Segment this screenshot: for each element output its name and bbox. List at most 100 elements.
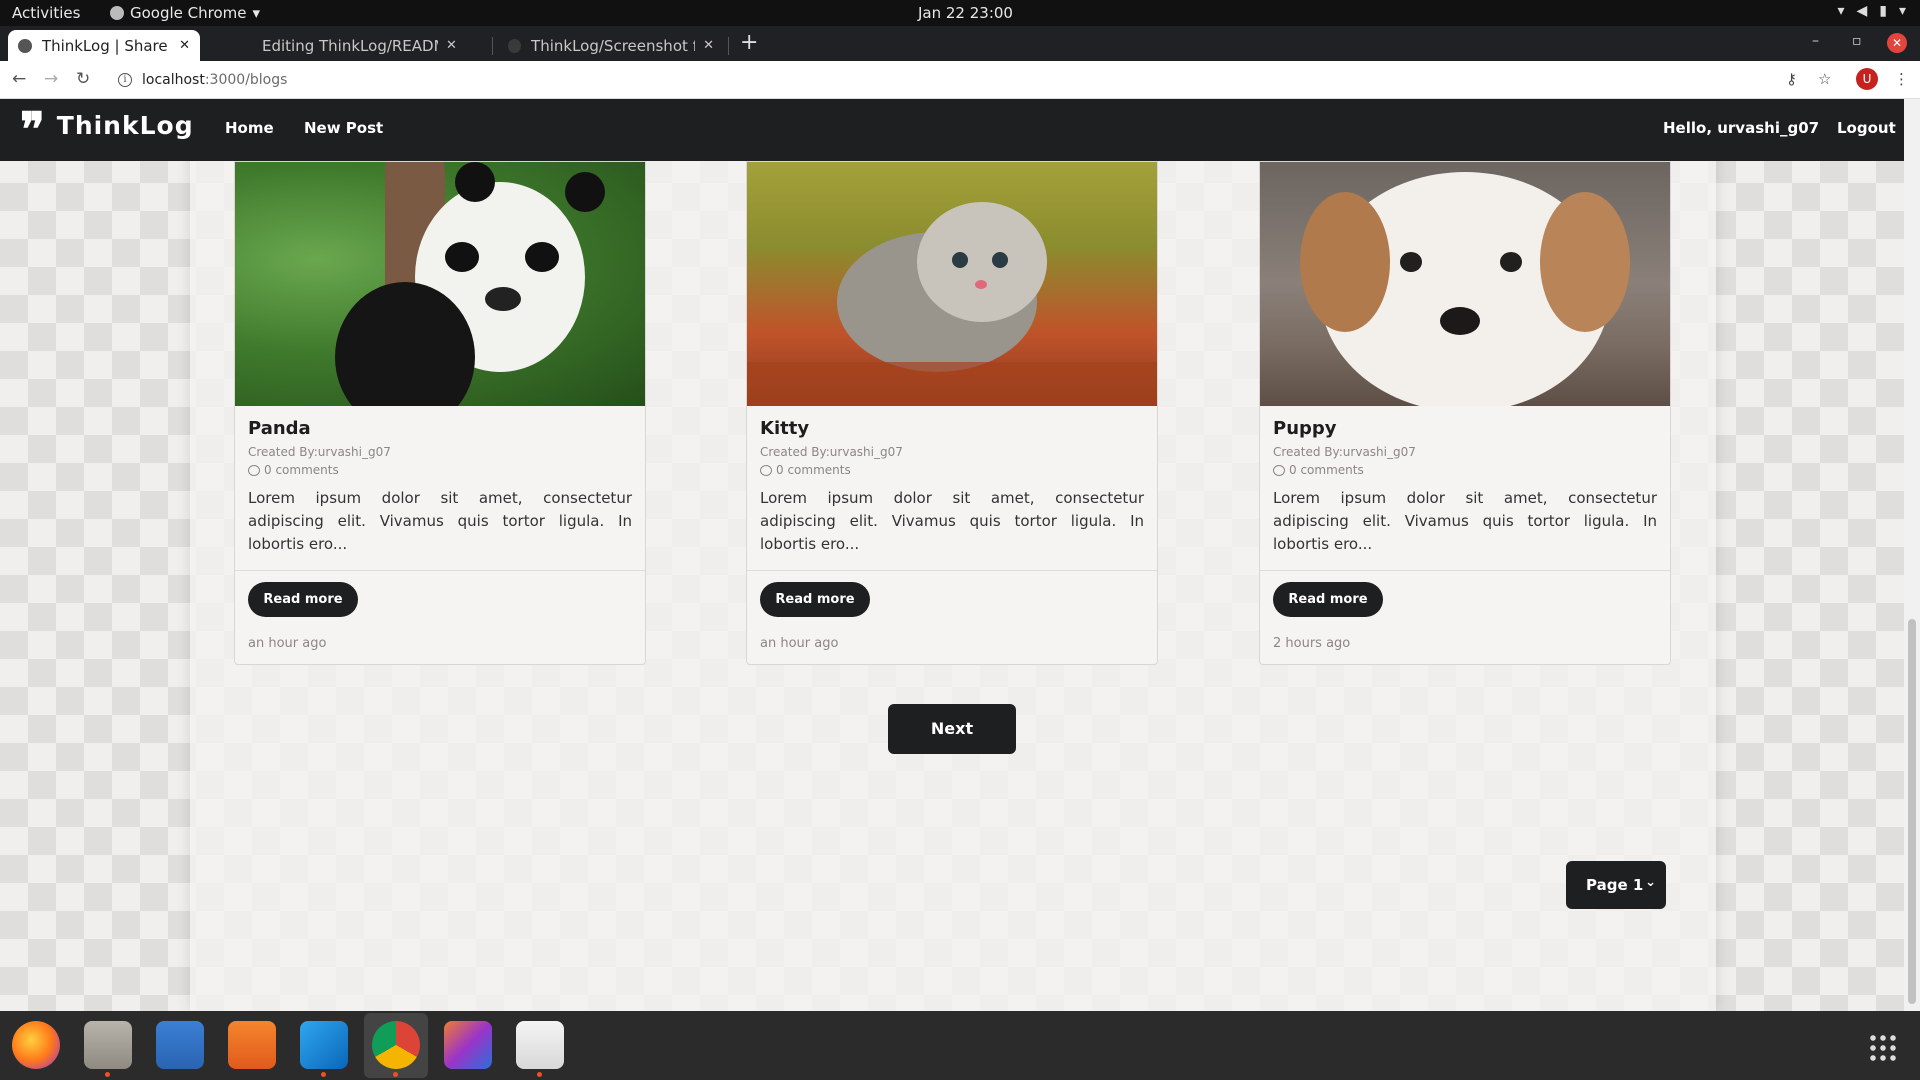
post-title: Panda <box>248 418 311 439</box>
close-tab-icon[interactable]: ✕ <box>179 38 190 53</box>
comment-count: 0 comments <box>760 463 1144 477</box>
volume-icon: ◀ <box>1856 3 1868 19</box>
caret-down-icon: ▾ <box>1898 3 1906 19</box>
brand-name: ThinkLog <box>56 111 194 140</box>
url-path: :3000/blogs <box>204 72 288 88</box>
system-clock[interactable]: Jan 22 23:00 <box>918 4 1013 22</box>
bookmark-star-icon[interactable]: ☆ <box>1818 70 1831 88</box>
profile-avatar[interactable]: U <box>1856 68 1878 90</box>
favicon-icon <box>18 38 32 53</box>
post-timestamp: 2 hours ago <box>1273 636 1351 651</box>
vscode-icon[interactable] <box>300 1021 348 1077</box>
card-divider <box>1260 570 1670 571</box>
post-title: Kitty <box>760 418 810 439</box>
restore-icon[interactable]: ▫ <box>1852 33 1862 49</box>
card-divider <box>747 570 1157 571</box>
tab-divider <box>492 37 493 55</box>
comment-count-label: 0 comments <box>1289 463 1364 477</box>
system-tray[interactable]: ▾ ◀ ▮ ▾ <box>1837 3 1906 19</box>
running-indicator <box>321 1072 326 1077</box>
quote-icon: ❞ <box>20 105 45 140</box>
comment-count-label: 0 comments <box>776 463 851 477</box>
kebab-menu-icon[interactable]: ⋮ <box>1894 70 1909 88</box>
close-tab-icon[interactable]: ✕ <box>703 38 714 53</box>
read-more-button[interactable]: Read more <box>760 582 870 617</box>
site-info-icon[interactable]: i <box>118 73 132 87</box>
post-author: Created By:urvashi_g07 <box>760 445 903 459</box>
page-select-dropdown[interactable]: Page 1 ⌄ <box>1566 861 1666 909</box>
post-excerpt: Lorem ipsum dolor sit amet, consectetur … <box>1273 489 1657 553</box>
next-page-button[interactable]: Next <box>888 704 1016 754</box>
battery-icon: ▮ <box>1879 3 1887 19</box>
tab-title: ThinkLog/Screenshot fro <box>531 36 696 55</box>
forward-icon[interactable]: → <box>44 69 58 89</box>
comment-count: 0 comments <box>248 463 632 477</box>
post-excerpt: Lorem ipsum dolor sit amet, consectetur … <box>248 489 632 553</box>
tab-divider <box>728 37 729 55</box>
software-center-icon[interactable] <box>228 1021 276 1069</box>
intellij-icon[interactable] <box>444 1021 492 1069</box>
post-author: Created By:urvashi_g07 <box>248 445 391 459</box>
minimize-icon[interactable]: – <box>1812 33 1819 49</box>
blog-card-kitty: Kitty Created By:urvashi_g07 0 comments … <box>746 161 1158 665</box>
post-image-puppy <box>1260 162 1670 406</box>
post-timestamp: an hour ago <box>248 636 327 651</box>
app-menu[interactable]: Google Chrome ▾ <box>110 4 260 22</box>
activities-button[interactable]: Activities <box>12 4 80 22</box>
tab-strip: ThinkLog | Share Your Tho ✕ Editing Thin… <box>0 26 1920 61</box>
tab-title: ThinkLog | Share Your Tho <box>41 36 171 55</box>
logout-link[interactable]: Logout <box>1837 119 1896 137</box>
window-close-icon[interactable]: ✕ <box>1887 33 1907 53</box>
chrome-icon[interactable] <box>372 1021 420 1077</box>
running-indicator <box>105 1072 110 1077</box>
site-navbar: ❞ ThinkLog Home New Post Hello, urvashi_… <box>0 99 1904 161</box>
tab-thinklog[interactable]: ThinkLog | Share Your Tho ✕ <box>8 30 200 61</box>
page-select-value: Page 1 <box>1586 876 1644 894</box>
back-icon[interactable]: ← <box>12 69 26 89</box>
comment-icon <box>1273 464 1285 476</box>
running-indicator <box>393 1072 398 1077</box>
nav-new-post-link[interactable]: New Post <box>304 119 383 137</box>
firefox-icon[interactable] <box>12 1021 60 1069</box>
read-more-button[interactable]: Read more <box>248 582 358 617</box>
brand[interactable]: ❞ ThinkLog <box>20 106 194 141</box>
close-tab-icon[interactable]: ✕ <box>446 38 457 53</box>
page-scrollbar[interactable] <box>1904 99 1920 1011</box>
app-menu-label: Google Chrome <box>130 4 247 22</box>
files-icon[interactable] <box>84 1021 132 1077</box>
show-apps-grid-icon[interactable] <box>1868 1033 1896 1061</box>
read-more-button[interactable]: Read more <box>1273 582 1383 617</box>
new-tab-icon[interactable]: + <box>740 30 758 55</box>
web-page: ❞ ThinkLog Home New Post Hello, urvashi_… <box>0 99 1904 1011</box>
ubuntu-dock <box>0 1011 1920 1080</box>
caret-down-icon: ▾ <box>252 4 261 22</box>
tab-editing-readme[interactable]: Editing ThinkLog/READM ✕ <box>252 30 478 61</box>
chevron-down-icon: ⌄ <box>1645 875 1656 890</box>
tab-screenshot[interactable]: ThinkLog/Screenshot fro ✕ <box>498 30 724 61</box>
comment-icon <box>760 464 772 476</box>
url-host: localhost <box>142 72 205 88</box>
reload-icon[interactable]: ↻ <box>76 69 90 89</box>
nav-home-link[interactable]: Home <box>225 119 274 137</box>
post-title: Puppy <box>1273 418 1337 439</box>
user-greeting[interactable]: Hello, urvashi_g07 <box>1663 119 1819 137</box>
post-image-kitty <box>747 162 1157 406</box>
comment-count-label: 0 comments <box>264 463 339 477</box>
document-viewer-icon[interactable] <box>516 1021 564 1077</box>
post-timestamp: an hour ago <box>760 636 839 651</box>
post-author: Created By:urvashi_g07 <box>1273 445 1416 459</box>
scrollbar-thumb[interactable] <box>1908 619 1916 1004</box>
address-bar[interactable]: i localhost :3000/blogs <box>110 66 1750 94</box>
card-divider <box>235 570 645 571</box>
post-excerpt: Lorem ipsum dolor sit amet, consectetur … <box>760 489 1144 553</box>
browser-toolbar: ← → ↻ i localhost :3000/blogs ⚷ ☆ U ⋮ <box>0 61 1920 99</box>
chrome-icon <box>110 6 124 20</box>
comment-icon <box>248 464 260 476</box>
writer-icon[interactable] <box>156 1021 204 1069</box>
key-icon[interactable]: ⚷ <box>1786 70 1797 88</box>
comment-count: 0 comments <box>1273 463 1657 477</box>
blog-card-puppy: Puppy Created By:urvashi_g07 0 comments … <box>1259 161 1671 665</box>
github-icon <box>508 38 522 53</box>
running-indicator <box>537 1072 542 1077</box>
tab-title: Editing ThinkLog/READM <box>262 36 438 55</box>
